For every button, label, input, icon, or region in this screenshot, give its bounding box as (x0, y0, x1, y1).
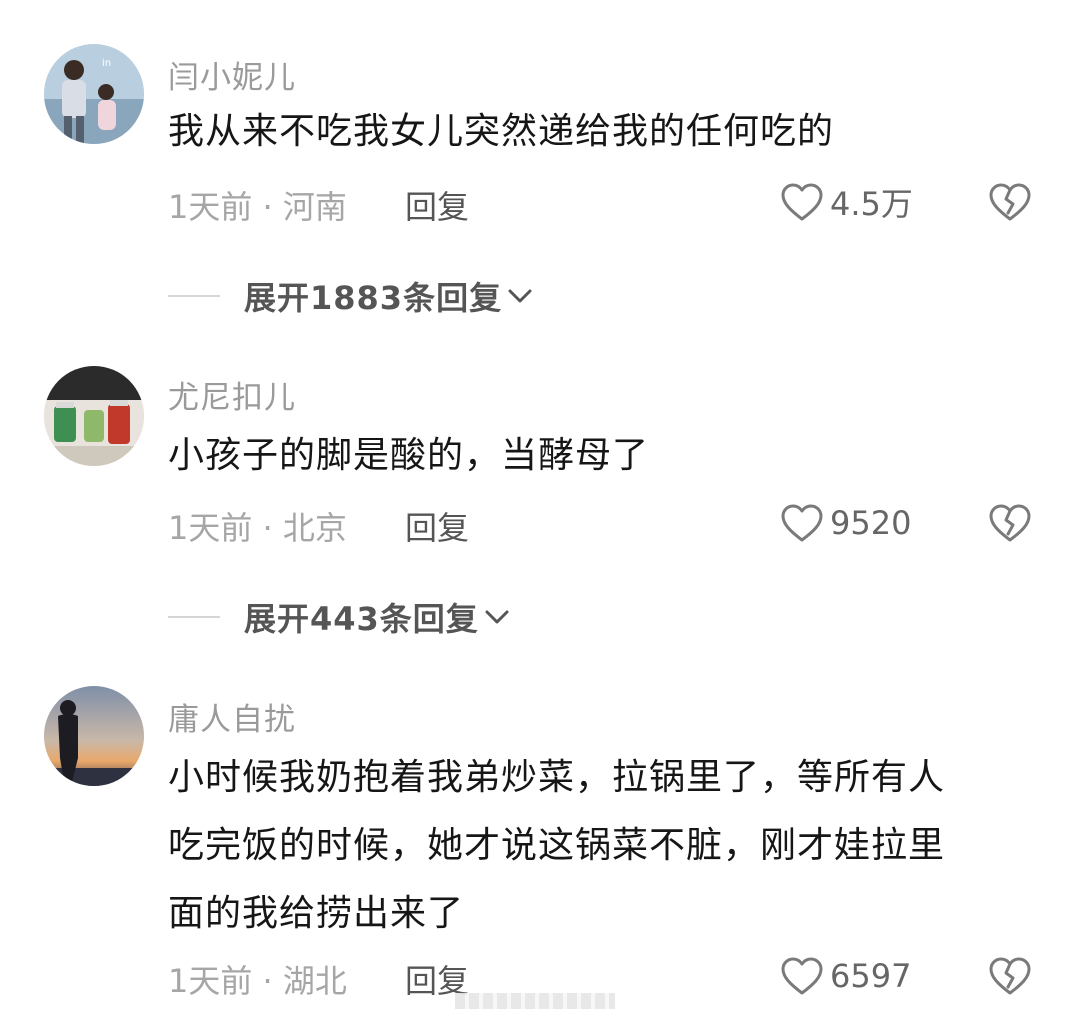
like-button[interactable]: 4.5万 (780, 180, 913, 224)
like-count: 4.5万 (830, 185, 913, 223)
divider (168, 295, 220, 297)
username[interactable]: 尤尼扣儿 (168, 372, 296, 417)
location: 河南 (282, 188, 347, 226)
comment-text-line: 小时候我奶抱着我弟炒菜，拉锅里了，等所有人 (168, 757, 946, 798)
comment-text-line: 吃完饭的时候，她才说这锅菜不脏，刚才娃拉里 (168, 825, 946, 866)
chevron-down-icon (508, 289, 532, 303)
comment-meta: 1天前 · 北京 (168, 503, 347, 549)
timestamp: 1天前 (168, 962, 253, 1000)
comment-meta: 1天前 · 河南 (168, 182, 347, 228)
avatar[interactable]: in (44, 44, 144, 144)
like-button[interactable]: 9520 (780, 501, 911, 545)
comment-text: 小时候我奶抱着我弟炒菜，拉锅里了，等所有人 吃完饭的时候，她才说这锅菜不脏，刚才… (168, 744, 1048, 948)
separator: · (252, 188, 283, 226)
heart-outline-icon (781, 504, 823, 542)
like-button[interactable]: 6597 (780, 954, 911, 998)
broken-heart-icon (989, 183, 1031, 221)
broken-heart-icon (989, 957, 1031, 995)
timestamp: 1天前 (168, 509, 253, 547)
username[interactable]: 闫小妮儿 (168, 52, 296, 97)
like-count: 9520 (830, 504, 912, 542)
expand-replies-button[interactable]: 展开443条回复 (168, 597, 511, 638)
comment-text: 我从来不吃我女儿突然递给我的任何吃的 (168, 111, 835, 152)
reply-button[interactable]: 回复 (405, 182, 469, 228)
dislike-button[interactable] (988, 954, 1032, 998)
expand-replies-label: 展开1883条回复 (244, 279, 503, 317)
timestamp: 1天前 (168, 188, 253, 226)
expand-replies-button[interactable]: 展开1883条回复 (168, 276, 534, 317)
dislike-button[interactable] (988, 501, 1032, 545)
comment-meta: 1天前 · 湖北 (168, 956, 347, 1002)
like-count: 6597 (830, 957, 912, 995)
avatar[interactable] (44, 686, 144, 786)
chevron-down-icon (485, 610, 509, 624)
location: 北京 (282, 509, 347, 547)
comment-text: 小孩子的脚是酸的，当酵母了 (168, 435, 650, 476)
separator: · (252, 962, 283, 1000)
divider (168, 616, 220, 618)
svg-text:in: in (102, 58, 111, 69)
heart-outline-icon (781, 183, 823, 221)
avatar[interactable] (44, 366, 144, 466)
separator: · (252, 509, 283, 547)
dislike-button[interactable] (988, 180, 1032, 224)
broken-heart-icon (989, 504, 1031, 542)
expand-replies-label: 展开443条回复 (244, 600, 479, 638)
watermark (455, 993, 615, 1009)
reply-button[interactable]: 回复 (405, 503, 469, 549)
comment-text-line: 面的我给捞出来了 (168, 893, 465, 934)
username[interactable]: 庸人自扰 (168, 694, 296, 739)
heart-outline-icon (781, 957, 823, 995)
location: 湖北 (282, 962, 347, 1000)
